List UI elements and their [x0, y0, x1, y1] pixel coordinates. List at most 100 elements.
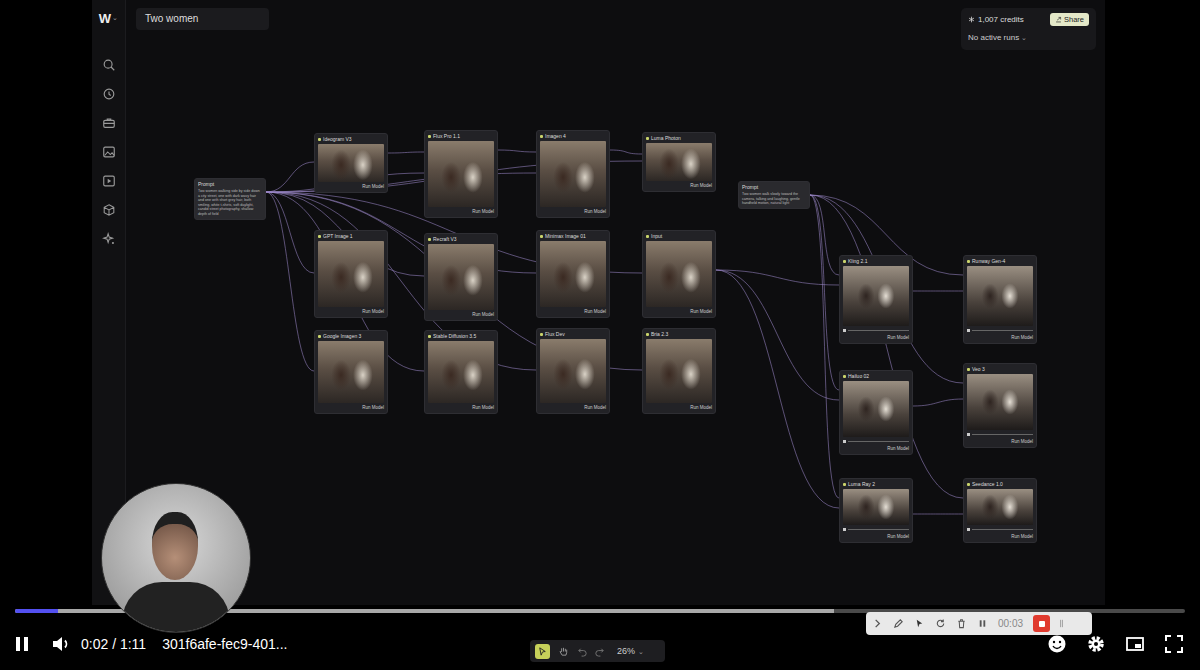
- video-node[interactable]: Veo 3Run Model: [963, 363, 1037, 448]
- pause-icon[interactable]: [12, 634, 32, 654]
- image-icon[interactable]: [102, 145, 116, 159]
- image-preview: [318, 341, 384, 403]
- history-icon[interactable]: [102, 87, 116, 101]
- connection-edge: [266, 192, 314, 273]
- image-preview: [646, 339, 712, 403]
- redo-icon[interactable]: [594, 646, 605, 657]
- run-model-button[interactable]: Run Model: [362, 404, 384, 411]
- volume-icon[interactable]: [51, 634, 71, 654]
- video-preview: [967, 266, 1033, 326]
- run-model-button[interactable]: Run Model: [584, 308, 606, 315]
- video-scrubber[interactable]: [967, 526, 1033, 532]
- image-node[interactable]: Ideogram V3 Run Model: [314, 133, 388, 193]
- fullscreen-icon[interactable]: [1164, 634, 1184, 654]
- run-model-button[interactable]: Run Model: [690, 308, 712, 315]
- node-title: GPT Image 1: [318, 233, 384, 240]
- search-icon[interactable]: [102, 58, 116, 72]
- active-runs-dropdown[interactable]: No active runs ⌄: [968, 33, 1089, 42]
- briefcase-icon[interactable]: [102, 116, 116, 130]
- run-model-button[interactable]: Run Model: [690, 404, 712, 411]
- select-tool[interactable]: [535, 644, 550, 659]
- node-title: Google Imagen 3: [318, 333, 384, 340]
- video-scrubber[interactable]: [967, 431, 1033, 437]
- stop-recording-button[interactable]: [1033, 615, 1050, 632]
- trash-icon[interactable]: [956, 618, 967, 629]
- restart-icon[interactable]: [935, 618, 946, 629]
- run-model-button[interactable]: Run Model: [1011, 533, 1033, 540]
- node-title: Ideogram V3: [318, 136, 384, 143]
- prompt-text[interactable]: Two women walk slowly toward the camera,…: [742, 192, 806, 206]
- image-node[interactable]: Flux Pro 1.1Run Model: [424, 130, 498, 218]
- logo[interactable]: W⌄: [99, 10, 118, 26]
- emoji-icon[interactable]: [1047, 634, 1067, 654]
- video-scrubber[interactable]: [843, 327, 909, 333]
- run-model-button[interactable]: Run Model: [887, 533, 909, 540]
- image-node[interactable]: Luma Photon Run Model: [642, 132, 716, 192]
- video-scrubber[interactable]: [967, 327, 1033, 333]
- cursor-icon[interactable]: [914, 618, 925, 629]
- run-model-button[interactable]: Run Model: [362, 308, 384, 315]
- image-node[interactable]: Flux DevRun Model: [536, 328, 610, 414]
- chevron-right-icon[interactable]: [872, 618, 883, 629]
- share-button[interactable]: Share: [1050, 13, 1089, 26]
- run-model-button[interactable]: Run Model: [472, 311, 494, 318]
- pointer-icon: [537, 646, 548, 657]
- run-model-button[interactable]: Run Model: [1011, 334, 1033, 341]
- video-node[interactable]: Kling 2.1 Run Model: [839, 255, 913, 344]
- prompt-text[interactable]: Two women walking side by side down a ci…: [198, 189, 262, 217]
- prompt-node[interactable]: PromptTwo women walk slowly toward the c…: [738, 181, 810, 209]
- letterbox: [1105, 0, 1200, 605]
- image-node[interactable]: Minimax Image 01Run Model: [536, 230, 610, 318]
- video-node[interactable]: Runway Gen-4 Run Model: [963, 255, 1037, 344]
- cube-icon[interactable]: [102, 203, 116, 217]
- run-model-button[interactable]: Run Model: [584, 208, 606, 215]
- run-model-button[interactable]: Run Model: [1011, 438, 1033, 445]
- project-title[interactable]: Two women: [136, 8, 269, 30]
- image-node[interactable]: Google Imagen 3 Run Model: [314, 330, 388, 414]
- video-scrubber[interactable]: [843, 438, 909, 444]
- pause-icon[interactable]: [977, 618, 988, 629]
- node-title: Luma Photon: [646, 135, 712, 142]
- node-title: Recraft V3: [428, 236, 494, 243]
- image-node[interactable]: Stable Diffusion 3.5Run Model: [424, 330, 498, 414]
- run-model-button[interactable]: Run Model: [472, 208, 494, 215]
- video-node[interactable]: Hailuo 02Run Model: [839, 370, 913, 455]
- image-preview: [318, 144, 384, 182]
- video-preview: [967, 489, 1033, 525]
- connection-edge: [913, 291, 963, 292]
- picture-in-picture-icon[interactable]: [1125, 634, 1145, 654]
- run-model-button[interactable]: Run Model: [690, 182, 712, 189]
- run-model-button[interactable]: Run Model: [584, 404, 606, 411]
- node-canvas[interactable]: Two women 1,007 credits ShareNo active r…: [126, 0, 1105, 605]
- image-node[interactable]: Recraft V3 Run Model: [424, 233, 498, 321]
- image-node[interactable]: GPT Image 1 Run Model: [314, 230, 388, 318]
- image-node[interactable]: Bria 2.3Run Model: [642, 328, 716, 414]
- video-icon[interactable]: [102, 174, 116, 188]
- gear-icon[interactable]: [1086, 634, 1106, 654]
- connections: [126, 0, 1106, 605]
- pan-tool[interactable]: [556, 644, 571, 659]
- run-model-button[interactable]: Run Model: [887, 334, 909, 341]
- node-title: Kling 2.1: [843, 258, 909, 265]
- video-scrubber[interactable]: [843, 526, 909, 532]
- video-node[interactable]: Luma Ray 2Run Model: [839, 478, 913, 543]
- prompt-node[interactable]: PromptTwo women walking side by side dow…: [194, 178, 266, 220]
- video-player: W⌄ Two women 1,007 credits ShareNo active…: [0, 0, 1200, 670]
- sparkle-icon[interactable]: [102, 232, 116, 246]
- run-model-button[interactable]: Run Model: [472, 404, 494, 411]
- image-node[interactable]: InputRun Model: [642, 230, 716, 318]
- image-node[interactable]: Imagen 4Run Model: [536, 130, 610, 218]
- undo-icon[interactable]: [577, 646, 588, 657]
- run-model-button[interactable]: Run Model: [362, 183, 384, 190]
- run-model-button[interactable]: Run Model: [887, 445, 909, 452]
- video-node[interactable]: Seedance 1.0Run Model: [963, 478, 1037, 543]
- image-preview: [428, 141, 494, 207]
- image-preview: [540, 339, 606, 403]
- node-title: Runway Gen-4: [967, 258, 1033, 265]
- pen-icon[interactable]: [893, 618, 904, 629]
- connection-edge: [810, 195, 839, 498]
- video-preview: [967, 374, 1033, 430]
- recording-timer: 00:03: [998, 618, 1023, 629]
- zoom-level[interactable]: 26% ⌄: [617, 646, 644, 656]
- drag-handle-icon[interactable]: [1056, 618, 1067, 629]
